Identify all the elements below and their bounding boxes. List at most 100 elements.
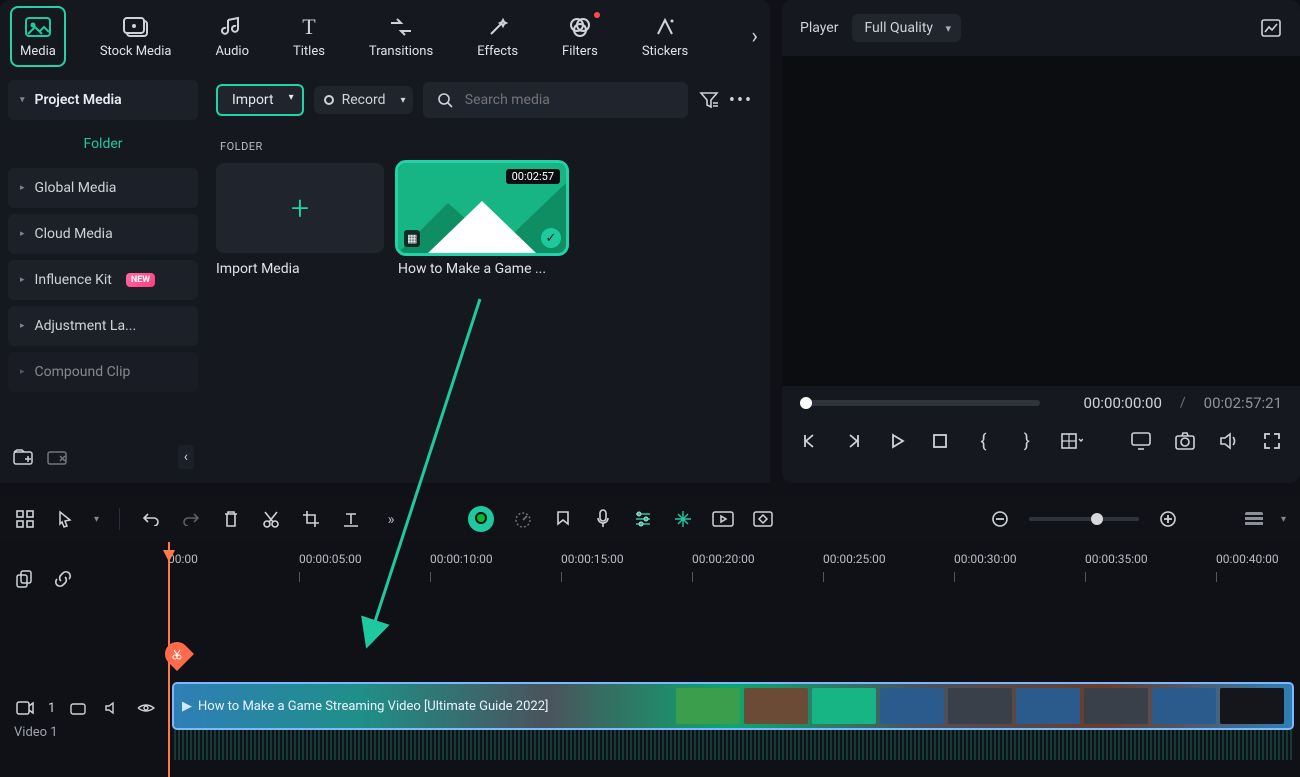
tick: 00:00:40:00 xyxy=(1216,552,1279,566)
timeline-clip[interactable]: ▶ How to Make a Game Streaming Video [Ul… xyxy=(174,684,1292,728)
tab-label: Effects xyxy=(477,44,518,59)
sidebar-item-cloud-media[interactable]: ▸Cloud Media xyxy=(8,214,198,254)
snapshot-button[interactable] xyxy=(1175,430,1195,452)
record-icon xyxy=(324,95,334,105)
media-item[interactable]: 00:02:57 ▦ ✓ How to Make a Game ... xyxy=(398,163,566,277)
thumb-caption: How to Make a Game ... xyxy=(398,261,566,277)
cut-button[interactable] xyxy=(260,508,282,530)
new-badge: NEW xyxy=(126,273,155,287)
play-button[interactable] xyxy=(887,430,906,452)
tick: 00:00:10:00 xyxy=(430,552,493,566)
player-quality-select[interactable]: Full Quality xyxy=(852,14,961,42)
tab-label: Audio xyxy=(216,44,249,59)
dashboard-button[interactable] xyxy=(14,508,36,530)
track-view-button[interactable] xyxy=(1245,512,1263,526)
search-input[interactable] xyxy=(465,92,676,108)
tab-titles[interactable]: T Titles xyxy=(285,8,333,65)
track-count: 1 xyxy=(48,701,55,716)
zoom-in-button[interactable] xyxy=(1157,508,1179,530)
next-frame-button[interactable] xyxy=(843,430,862,452)
ai-avatar-button[interactable] xyxy=(468,506,494,532)
stop-button[interactable] xyxy=(930,430,949,452)
timeline: 1 Video 1 00:00 00:00:05:00 00:00:10:00 … xyxy=(0,542,1300,777)
record-button[interactable]: Record xyxy=(314,86,414,114)
tab-label: Stock Media xyxy=(100,44,172,59)
mark-out-button[interactable]: } xyxy=(1017,430,1036,452)
layout-dropdown[interactable] xyxy=(1061,430,1083,452)
speed-button[interactable] xyxy=(512,508,534,530)
cursor-tool[interactable] xyxy=(54,508,76,530)
video-track-icon xyxy=(14,697,36,719)
transitions-icon xyxy=(388,14,414,40)
marker-button[interactable] xyxy=(552,508,574,530)
player-seek-bar[interactable] xyxy=(800,400,1040,406)
prev-frame-button[interactable] xyxy=(800,430,819,452)
sidebar-item-global-media[interactable]: ▸Global Media xyxy=(8,168,198,208)
player-title: Player xyxy=(800,20,838,36)
sidebar-item-influence-kit[interactable]: ▸Influence KitNEW xyxy=(8,260,198,300)
zoom-out-button[interactable] xyxy=(989,508,1011,530)
zoom-slider[interactable] xyxy=(1029,517,1139,521)
tab-stickers[interactable]: Stickers xyxy=(634,8,696,65)
filter-button[interactable] xyxy=(698,89,720,111)
sidebar-collapse-button[interactable]: ‹ xyxy=(178,445,194,469)
auto-beat-button[interactable] xyxy=(672,508,694,530)
added-check-icon: ✓ xyxy=(541,228,561,248)
render-preview-button[interactable] xyxy=(712,508,734,530)
tab-stock-media[interactable]: Stock Media xyxy=(92,8,180,65)
tab-label: Transitions xyxy=(369,44,433,59)
tick: 00:00:30:00 xyxy=(954,552,1017,566)
player-time-current: 00:00:00:00 xyxy=(1084,394,1162,412)
more-options-button[interactable]: ••• xyxy=(730,89,752,111)
tab-transitions[interactable]: Transitions xyxy=(361,8,441,65)
player-time-total: 00:02:57:21 xyxy=(1204,394,1282,412)
tab-label: Media xyxy=(20,44,56,59)
chart-icon[interactable] xyxy=(1260,17,1282,39)
timeline-duplicate-button[interactable] xyxy=(14,568,36,590)
track-folder-button[interactable] xyxy=(67,697,89,719)
tabs-scroll-right[interactable]: › xyxy=(751,24,758,49)
plus-icon: + xyxy=(291,189,309,227)
tab-filters[interactable]: Filters xyxy=(554,8,606,65)
voiceover-button[interactable] xyxy=(592,508,614,530)
tab-audio[interactable]: Audio xyxy=(208,8,257,65)
fullscreen-button[interactable] xyxy=(1263,430,1282,452)
sidebar-item-project-media[interactable]: ▾Project Media xyxy=(8,80,198,120)
expand-icon: ▸ xyxy=(20,183,25,193)
media-browser: Import Record ••• FOLDER + Import Media … xyxy=(206,72,770,483)
timeline-link-button[interactable] xyxy=(52,568,74,590)
remove-folder-button[interactable] xyxy=(46,446,68,468)
media-panel: ▾Project Media Folder ▸Global Media ▸Clo… xyxy=(0,72,770,483)
timeline-ruler[interactable]: 00:00 00:00:05:00 00:00:10:00 00:00:15:0… xyxy=(168,552,1296,586)
text-tool[interactable] xyxy=(340,508,362,530)
delete-button[interactable] xyxy=(220,508,242,530)
sidebar-item-adjustment-layer[interactable]: ▸Adjustment La... xyxy=(8,306,198,346)
volume-button[interactable] xyxy=(1219,430,1239,452)
audio-waveform[interactable] xyxy=(174,730,1292,760)
tick: 00:00:05:00 xyxy=(299,552,362,566)
track-header: 1 Video 1 xyxy=(14,697,157,740)
tab-media[interactable]: Media xyxy=(12,8,64,65)
audio-mixer-button[interactable] xyxy=(632,508,654,530)
redo-button[interactable] xyxy=(180,508,202,530)
import-button[interactable]: Import xyxy=(216,84,304,116)
display-button[interactable] xyxy=(1131,430,1151,452)
expand-icon: ▸ xyxy=(20,367,25,377)
track-visible-button[interactable] xyxy=(135,697,157,719)
expand-icon: ▸ xyxy=(20,321,25,331)
tab-effects[interactable]: Effects xyxy=(469,8,526,65)
mark-in-button[interactable]: { xyxy=(974,430,993,452)
tab-label: Titles xyxy=(293,44,325,59)
sidebar-folder-link[interactable]: Folder xyxy=(8,126,198,162)
keyframe-button[interactable] xyxy=(752,508,774,530)
sidebar-item-compound-clip[interactable]: ▸Compound Clip xyxy=(8,352,198,392)
clip-play-icon: ▶ xyxy=(182,699,192,714)
more-tools[interactable]: » xyxy=(380,508,402,530)
add-folder-button[interactable] xyxy=(12,446,34,468)
player-preview[interactable] xyxy=(782,56,1300,386)
track-mute-button[interactable] xyxy=(101,697,123,719)
tab-label: Filters xyxy=(562,44,598,59)
crop-button[interactable] xyxy=(300,508,322,530)
import-media-tile[interactable]: + Import Media xyxy=(216,163,384,277)
undo-button[interactable] xyxy=(140,508,162,530)
